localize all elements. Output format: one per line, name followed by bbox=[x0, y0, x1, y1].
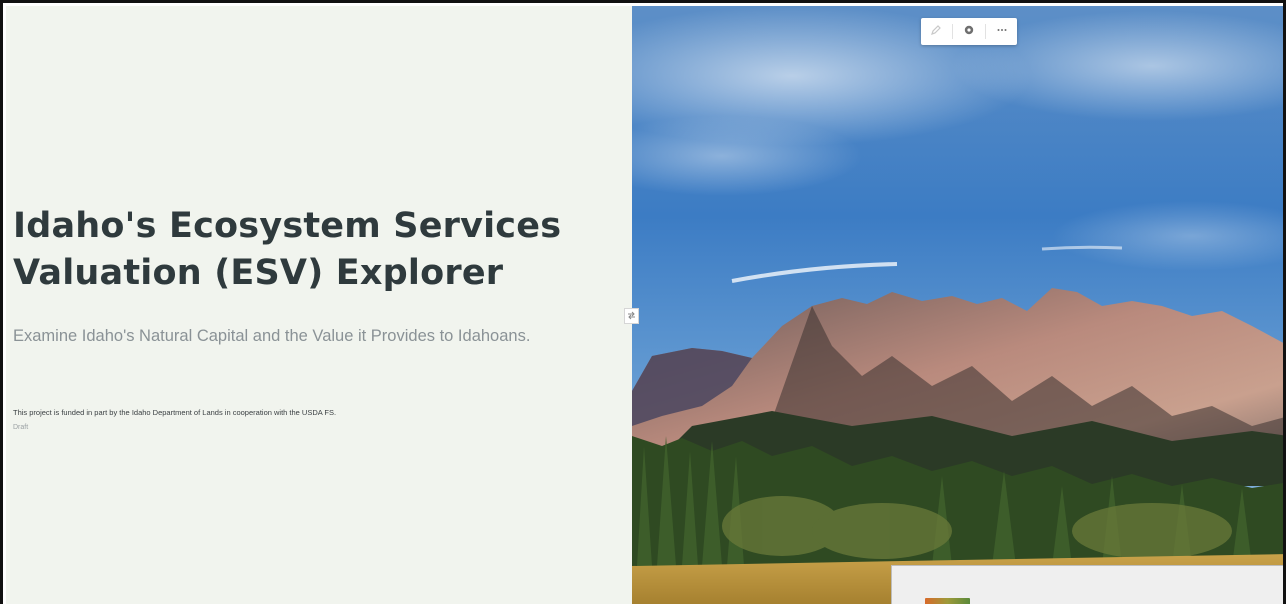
funding-note: This project is funded in part by the Id… bbox=[13, 408, 337, 417]
cover-text-panel: Idaho's Ecosystem Services Valuation (ES… bbox=[6, 6, 632, 604]
image-toolbar bbox=[921, 18, 1017, 45]
credit-note: Draft bbox=[13, 424, 29, 431]
story-frame: Idaho's Ecosystem Services Valuation (ES… bbox=[0, 0, 1286, 604]
toolbar-divider bbox=[952, 24, 953, 39]
swap-handle[interactable] bbox=[624, 308, 639, 324]
more-options-button[interactable] bbox=[988, 18, 1016, 45]
story-preview-card[interactable] bbox=[891, 565, 1283, 604]
pencil-icon bbox=[930, 23, 942, 41]
settings-button[interactable] bbox=[955, 18, 983, 45]
more-icon bbox=[996, 23, 1008, 41]
page-title: Idaho's Ecosystem Services Valuation (ES… bbox=[13, 206, 562, 293]
mountain-landscape-image bbox=[632, 6, 1283, 604]
toolbar-divider bbox=[985, 24, 986, 39]
card-thumbnail bbox=[925, 598, 970, 604]
page-subtitle: Examine Idaho's Natural Capital and the … bbox=[13, 327, 531, 345]
cover-hero-image bbox=[632, 6, 1283, 604]
gear-icon bbox=[963, 23, 975, 41]
edit-button[interactable] bbox=[922, 18, 950, 45]
swap-icon bbox=[627, 307, 636, 325]
